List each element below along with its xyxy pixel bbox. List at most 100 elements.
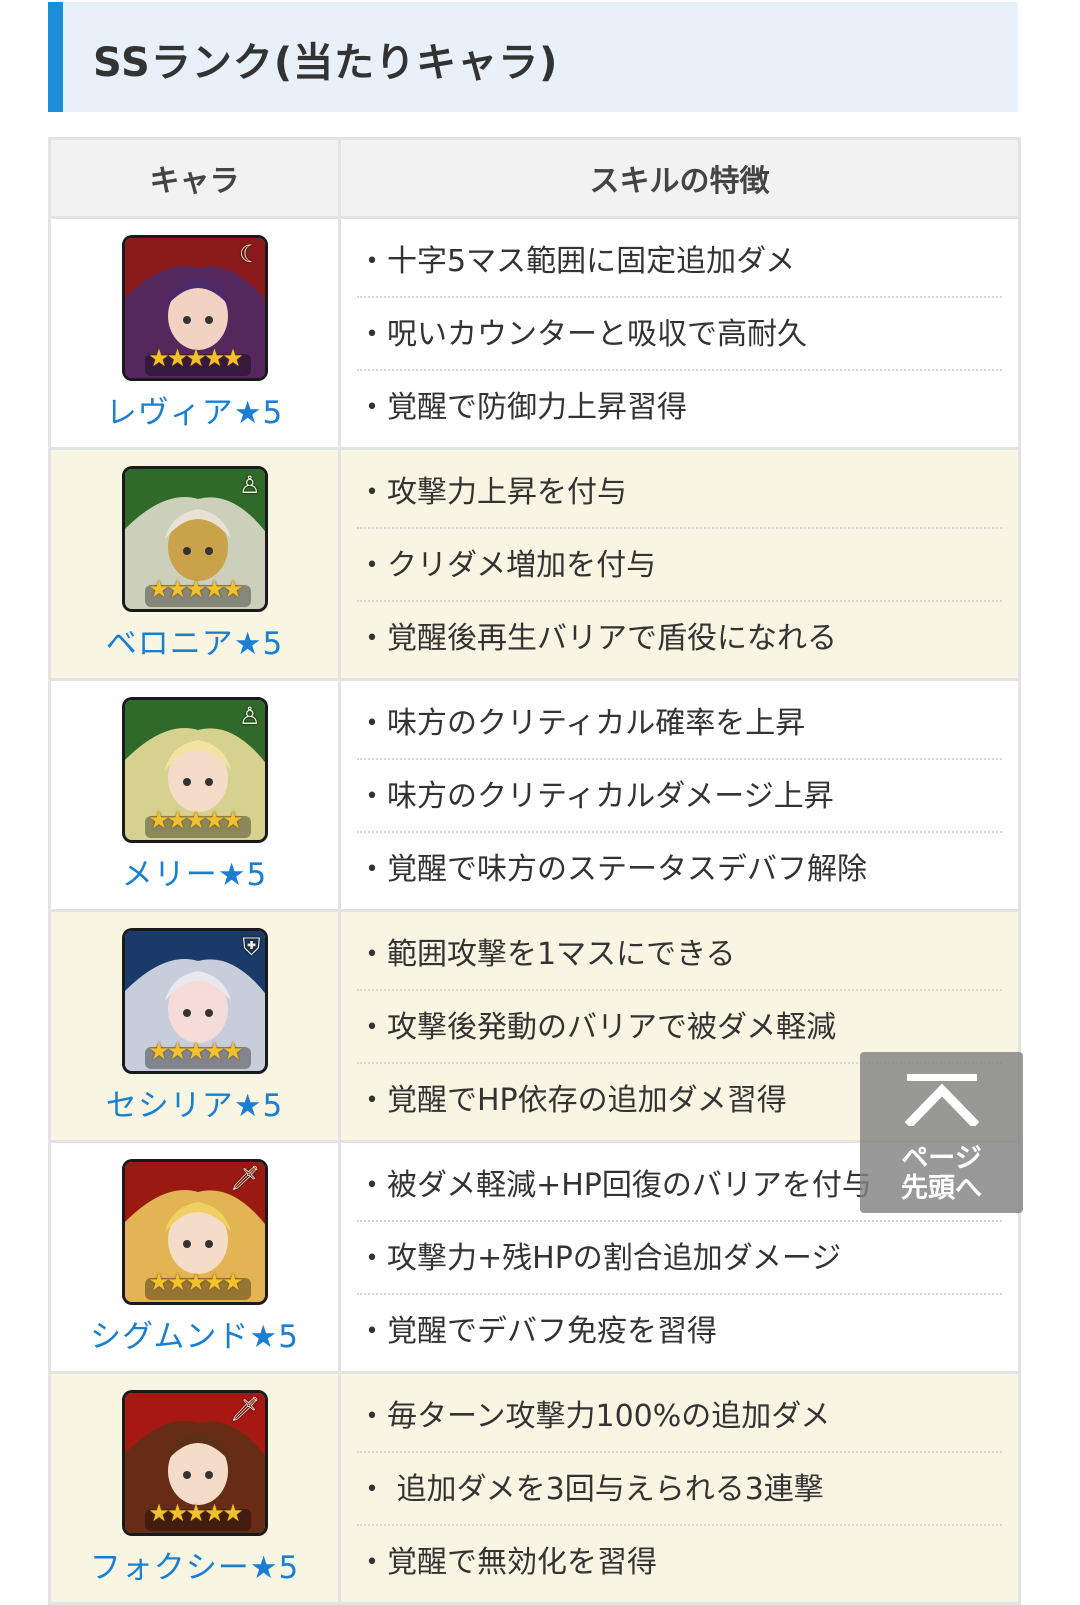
- bullet-icon: •: [365, 321, 379, 347]
- character-avatar[interactable]: ★★★★★ 🗡: [121, 1158, 268, 1305]
- skill-text: クリダメ増加を付与: [387, 547, 657, 583]
- rarity-stars: ★★★★★: [148, 1036, 244, 1065]
- skill-text: 味方のクリティカル確率を上昇: [387, 705, 806, 741]
- skills-cell: • 攻撃力上昇を付与 • クリダメ増加を付与 • 覚醒後再生バリアで盾役になれる: [338, 447, 1021, 681]
- section-title: SSランク(当たりキャラ): [93, 40, 559, 86]
- bullet-icon: •: [365, 1172, 379, 1198]
- arrow-up-icon: [905, 1083, 979, 1126]
- table-row: ★★★★★ 🗡 フォクシー★5 • 毎ターン攻撃力100%の追加ダメ • 追加ダメを3回与…: [48, 1371, 1021, 1605]
- table-row: ★★★★★ ☾ レヴィア★5 • 十字5マス範囲に固定追加ダメ • 呪いカウンターと吸収で高…: [48, 216, 1021, 450]
- skill-text: 覚醒でデバフ免疫を習得: [387, 1313, 717, 1349]
- bullet-icon: •: [365, 1245, 379, 1271]
- top-bar-icon: [907, 1074, 977, 1081]
- skill-item: • 覚醒後再生バリアで盾役になれる: [357, 602, 1002, 673]
- character-avatar[interactable]: ★★★★★ 🗡: [121, 1389, 268, 1536]
- skill-item: • 追加ダメを3回与えられる3連撃: [357, 1453, 1002, 1526]
- skill-item: • 覚醒で無効化を習得: [357, 1526, 1002, 1597]
- section-heading: SSランク(当たりキャラ): [48, 2, 1018, 112]
- back-to-top-label: ページ 先頭へ: [860, 1144, 1023, 1204]
- rarity-stars: ★★★★★: [148, 805, 244, 834]
- character-cell: ★★★★★ ♙ メリー★5: [48, 678, 341, 912]
- bullet-icon: •: [365, 479, 379, 505]
- character-table: キャラ スキルの特徴 ★★★★★ ☾ レヴィア★5 • 十字5マス範囲に固定追加ダメ • 呪…: [48, 137, 1021, 1605]
- bullet-icon: •: [365, 625, 379, 651]
- skill-item: • 十字5マス範囲に固定追加ダメ: [357, 225, 1002, 298]
- bullet-icon: •: [365, 552, 379, 578]
- demon-icon: ☾: [238, 239, 261, 268]
- skill-text: 覚醒で味方のステータスデバフ解除: [387, 851, 867, 887]
- header-skills: スキルの特徴: [338, 137, 1021, 219]
- skill-item: • 覚醒で防御力上昇習得: [357, 371, 1002, 442]
- skill-text: 被ダメ軽減+HP回復のバリアを付与: [387, 1167, 872, 1203]
- skills-cell: • 十字5マス範囲に固定追加ダメ • 呪いカウンターと吸収で高耐久 • 覚醒で防御力上昇習…: [338, 216, 1021, 450]
- skill-text: 毎ターン攻撃力100%の追加ダメ: [387, 1398, 831, 1434]
- skill-item: • 呪いカウンターと吸収で高耐久: [357, 298, 1002, 371]
- skill-text: 十字5マス範囲に固定追加ダメ: [387, 243, 796, 279]
- bullet-icon: •: [365, 1318, 379, 1344]
- character-avatar[interactable]: ★★★★★ ♙: [121, 465, 268, 612]
- character-avatar[interactable]: ★★★★★ ☾: [121, 234, 268, 381]
- sword-icon: 🗡: [230, 1163, 261, 1192]
- skill-text: 攻撃後発動のバリアで被ダメ軽減: [387, 1009, 837, 1045]
- skill-text: 攻撃力上昇を付与: [387, 474, 627, 510]
- header-character: キャラ: [48, 137, 341, 219]
- bullet-icon: •: [365, 783, 379, 809]
- rarity-stars: ★★★★★: [148, 574, 244, 603]
- skill-item: • 覚醒で味方のステータスデバフ解除: [357, 833, 1002, 904]
- character-name-link[interactable]: セシリア★5: [51, 1080, 338, 1125]
- skill-item: • クリダメ増加を付与: [357, 529, 1002, 602]
- bullet-icon: •: [365, 394, 379, 420]
- table-row: ★★★★★ ♙ ベロニア★5 • 攻撃力上昇を付与 • クリダメ増加を付与 • 覚醒後再生バリア…: [48, 447, 1021, 681]
- skill-item: • 範囲攻撃を1マスにできる: [357, 918, 1002, 991]
- skill-text: 呪いカウンターと吸収で高耐久: [387, 316, 807, 352]
- character-cell: ★★★★★ 🗡 シグムンド★5: [48, 1140, 341, 1374]
- skill-text: 範囲攻撃を1マスにできる: [387, 936, 736, 972]
- bullet-icon: •: [365, 1014, 379, 1040]
- rarity-stars: ★★★★★: [148, 1267, 244, 1296]
- skill-text: 覚醒で無効化を習得: [387, 1544, 657, 1580]
- skill-text: 味方のクリティカルダメージ上昇: [387, 778, 834, 814]
- bullet-icon: •: [365, 1087, 379, 1113]
- bullet-icon: •: [365, 856, 379, 882]
- character-cell: ★★★★★ ♙ ベロニア★5: [48, 447, 341, 681]
- bullet-icon: •: [365, 941, 379, 967]
- skill-text: 追加ダメを3回与えられる3連撃: [387, 1471, 824, 1507]
- skill-item: • 攻撃力+残HPの割合追加ダメージ: [357, 1222, 1002, 1295]
- back-to-top-line2: 先頭へ: [901, 1173, 982, 1204]
- table-header-row: キャラ スキルの特徴: [48, 137, 1021, 219]
- bullet-icon: •: [365, 248, 379, 274]
- skill-item: • 毎ターン攻撃力100%の追加ダメ: [357, 1380, 1002, 1453]
- character-avatar[interactable]: ★★★★★ ♙: [121, 696, 268, 843]
- bullet-icon: •: [365, 710, 379, 736]
- table-row: ★★★★★ ♙ メリー★5 • 味方のクリティカル確率を上昇 • 味方のクリティカルダメージ…: [48, 678, 1021, 912]
- skills-cell: • 毎ターン攻撃力100%の追加ダメ • 追加ダメを3回与えられる3連撃 • 覚醒で無効…: [338, 1371, 1021, 1605]
- character-name-link[interactable]: レヴィア★5: [51, 387, 338, 432]
- sword-icon: 🗡: [230, 1394, 261, 1423]
- character-name-link[interactable]: メリー★5: [51, 849, 338, 894]
- character-cell: ★★★★★ 🗡 フォクシー★5: [48, 1371, 341, 1605]
- support-icon: ♙: [238, 701, 261, 730]
- skill-item: • 攻撃力上昇を付与: [357, 456, 1002, 529]
- skill-text: 覚醒で防御力上昇習得: [387, 389, 687, 425]
- character-cell: ★★★★★ ⛨ セシリア★5: [48, 909, 341, 1143]
- skill-item: • 味方のクリティカルダメージ上昇: [357, 760, 1002, 833]
- rarity-stars: ★★★★★: [148, 343, 244, 372]
- rarity-stars: ★★★★★: [148, 1498, 244, 1527]
- back-to-top-line1: ページ: [901, 1143, 982, 1174]
- character-avatar[interactable]: ★★★★★ ⛨: [121, 927, 268, 1074]
- bullet-icon: •: [365, 1403, 379, 1429]
- skill-text: 覚醒後再生バリアで盾役になれる: [387, 620, 837, 656]
- skills-cell: • 味方のクリティカル確率を上昇 • 味方のクリティカルダメージ上昇 • 覚醒で味方のステ…: [338, 678, 1021, 912]
- skill-text: 覚醒でHP依存の追加ダメ習得: [387, 1082, 787, 1118]
- character-name-link[interactable]: フォクシー★5: [51, 1542, 338, 1587]
- shield-icon: ⛨: [242, 932, 261, 961]
- bullet-icon: •: [365, 1549, 379, 1575]
- bullet-icon: •: [365, 1476, 379, 1502]
- back-to-top-button[interactable]: ページ 先頭へ: [860, 1052, 1023, 1213]
- character-name-link[interactable]: シグムンド★5: [51, 1311, 338, 1356]
- skill-item: • 覚醒でデバフ免疫を習得: [357, 1295, 1002, 1366]
- character-cell: ★★★★★ ☾ レヴィア★5: [48, 216, 341, 450]
- character-name-link[interactable]: ベロニア★5: [51, 618, 338, 663]
- skill-text: 攻撃力+残HPの割合追加ダメージ: [387, 1240, 842, 1276]
- support-icon: ♙: [238, 470, 261, 499]
